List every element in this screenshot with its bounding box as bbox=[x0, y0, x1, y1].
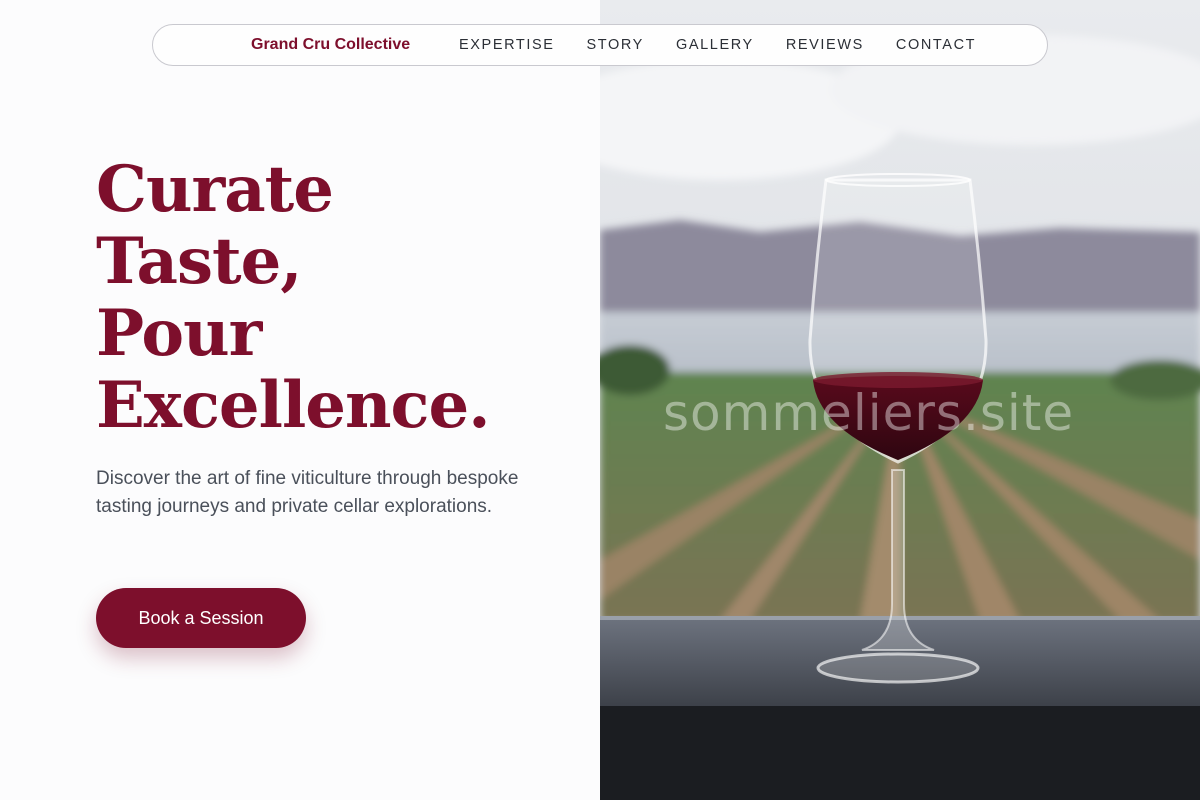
nav-link-story[interactable]: STORY bbox=[587, 37, 644, 53]
nav-links: EXPERTISE STORY GALLERY REVIEWS CONTACT bbox=[459, 37, 1008, 53]
brand-logo[interactable]: Grand Cru Collective bbox=[251, 36, 410, 54]
headline-line: Taste, bbox=[96, 224, 303, 299]
nav-link-contact[interactable]: CONTACT bbox=[896, 37, 976, 53]
hero-left-panel: Curate Taste, Pour Excellence. Discover … bbox=[0, 0, 600, 800]
nav-link-gallery[interactable]: GALLERY bbox=[676, 37, 754, 53]
hero-subtitle: Discover the art of fine viticulture thr… bbox=[96, 468, 519, 517]
watermark-text: sommeliers.site bbox=[663, 384, 1075, 442]
headline-line: Pour bbox=[96, 296, 262, 371]
top-navigation: Grand Cru Collective EXPERTISE STORY GAL… bbox=[152, 24, 1048, 66]
hero-headline: Curate Taste, Pour Excellence. bbox=[96, 152, 490, 443]
nav-link-expertise[interactable]: EXPERTISE bbox=[459, 37, 555, 53]
book-session-button[interactable]: Book a Session bbox=[96, 588, 306, 648]
headline-line: Curate bbox=[96, 152, 334, 227]
nav-link-reviews[interactable]: REVIEWS bbox=[786, 37, 864, 53]
headline-line: Excellence. bbox=[96, 368, 490, 443]
